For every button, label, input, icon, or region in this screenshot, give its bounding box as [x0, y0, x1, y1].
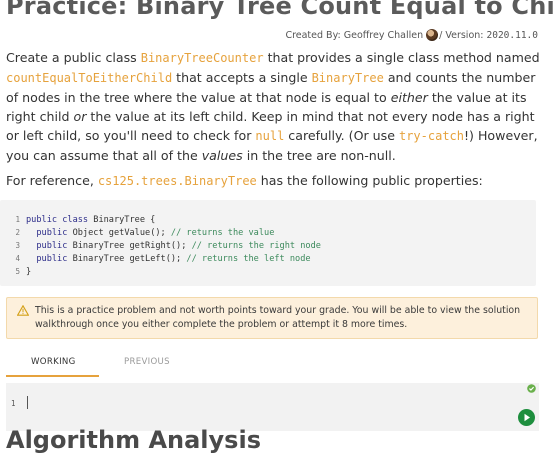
section-heading: Algorithm Analysis: [6, 426, 261, 454]
problem-description: Create a public class BinaryTreeCounter …: [6, 50, 540, 163]
method-name-code: countEqualToEitherChild: [6, 71, 173, 85]
practice-notice: This is a practice problem and not worth…: [6, 297, 538, 339]
version-label: Version:: [445, 29, 484, 41]
notice-text: This is a practice problem and not worth…: [35, 305, 521, 330]
check-circle-icon: [527, 384, 536, 393]
code-line: 2 public Object getValue(); // returns t…: [15, 228, 275, 238]
run-button[interactable]: [518, 409, 535, 426]
code-line: 5}: [15, 267, 32, 277]
class-name-code: BinaryTreeCounter: [140, 51, 264, 65]
text-cursor: [27, 396, 28, 409]
page-title: Practice: Binary Tree Count Equal to Chi…: [6, 0, 554, 20]
created-by-label: Created By:: [285, 29, 341, 41]
avatar: [426, 29, 439, 41]
code-sample: 1 public class BinaryTree { 2 public Obje…: [0, 200, 536, 286]
active-tab-indicator: [6, 375, 99, 377]
tab-previous[interactable]: PREVIOUS: [124, 357, 170, 367]
editor-line-number: 1: [11, 399, 16, 408]
version-number: 2020.11.0: [486, 29, 538, 41]
null-code: null: [255, 129, 285, 143]
reference-paragraph: For reference, cs125.trees.BinaryTree ha…: [6, 173, 483, 188]
code-editor[interactable]: 1: [6, 383, 539, 431]
code-line: 1 public class BinaryTree {: [15, 215, 156, 225]
type-name-code: BinaryTree: [311, 71, 384, 85]
play-icon: [524, 413, 530, 422]
author-name: Geoffrey Challen: [343, 29, 424, 41]
warning-icon: [17, 305, 29, 316]
code-line: 4 public BinaryTree getLeft(); // return…: [15, 254, 311, 264]
reference-class-code: cs125.trees.BinaryTree: [97, 174, 257, 188]
try-catch-code: try-catch: [398, 129, 464, 143]
code-line: 3 public BinaryTree getRight(); // retur…: [15, 241, 321, 251]
byline: Created By: Geoffrey Challen / Version: …: [285, 29, 538, 41]
